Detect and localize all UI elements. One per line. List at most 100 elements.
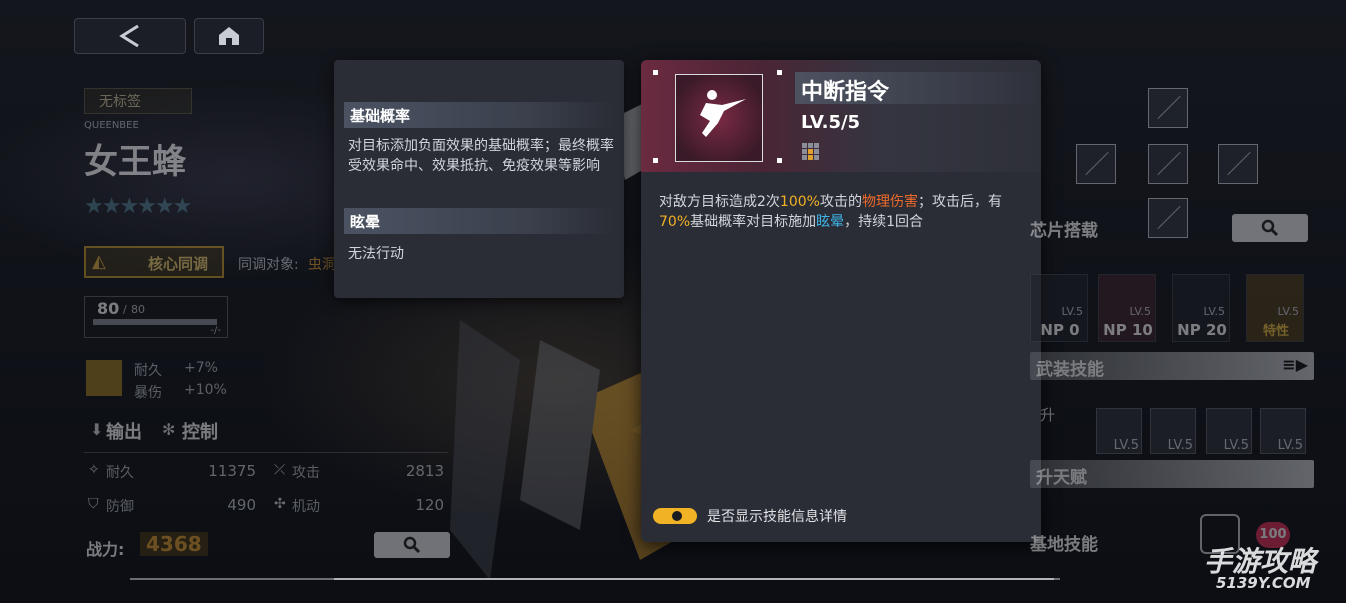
level-current: 80 — [97, 299, 120, 318]
character-code-name: QUEENBEE — [84, 120, 139, 131]
exp-bar — [93, 319, 217, 325]
skill-card-level: LV.5 — [1203, 305, 1225, 318]
skill-icon-frame — [675, 74, 763, 162]
stat-hp-icon: ✧ — [88, 462, 100, 478]
skill-card-np: NP 0 — [1040, 321, 1080, 339]
chip-zoom-button[interactable] — [1232, 214, 1308, 242]
zoom-icon — [403, 536, 421, 554]
frame-corner — [777, 70, 782, 75]
stat-atk-value: 2813 — [405, 462, 444, 480]
bonus1-label: 耐久 — [134, 363, 162, 379]
character-stars: ★★★★★★ — [84, 194, 192, 219]
ascend-title: 升天赋 — [1036, 468, 1087, 488]
sync-target-label: 同调对象: — [238, 257, 299, 273]
stat-def-value: 490 — [227, 496, 256, 514]
stats-divider — [84, 452, 448, 453]
chip-slot[interactable] — [1218, 144, 1258, 184]
zoom-icon — [1261, 219, 1279, 237]
power-value: 4368 — [140, 532, 208, 556]
desc-highlight: 眩晕 — [816, 214, 845, 230]
desc-highlight: 100% — [779, 194, 820, 210]
chip-slot[interactable] — [1148, 88, 1188, 128]
talent-card[interactable]: LV.5 — [1150, 408, 1196, 454]
desc-highlight: 70% — [659, 214, 691, 230]
stat-def-icon: ⛉ — [88, 496, 99, 512]
stat-atk-icon: ⤫ — [274, 462, 286, 478]
role-output: 输出 — [106, 422, 142, 443]
desc-part: 对敌方目标造成2次 — [659, 194, 780, 210]
tooltip-section2-text: 无法行动 — [348, 246, 404, 262]
skill-grid-icon — [802, 143, 819, 160]
desc-part: ，持续1回合 — [844, 214, 924, 230]
toggle-knob — [672, 511, 682, 521]
skill-level: LV.5/5 — [801, 112, 861, 133]
role-control-icon: ✻ — [162, 420, 176, 439]
frame-corner — [653, 158, 658, 163]
exp-text: -/- — [210, 325, 221, 336]
ascend-label: 升 — [1040, 406, 1056, 424]
desc-part: ；攻击后，有 — [917, 194, 1002, 210]
sync-label: 核心同调 — [148, 255, 209, 273]
character-zoom-button[interactable] — [374, 532, 450, 558]
bonus2-value: +10% — [184, 382, 227, 398]
list-icon: ≡▶ — [1282, 355, 1308, 374]
watermark-site: 5139Y.COM — [1216, 574, 1311, 592]
tooltip-section1-text: 对目标添加负面效果的基础概率；最终概率受效果命中、效果抵抗、免疫效果等影响 — [348, 138, 614, 174]
stat-mob-icon: ✣ — [274, 496, 286, 512]
bonus-icon — [86, 360, 122, 396]
skill-card-level: LV.5 — [1061, 305, 1083, 318]
level-max: 80 — [131, 303, 145, 316]
stat-mob-value: 120 — [415, 496, 444, 514]
equip-skill-card[interactable]: LV.5 NP 0 — [1030, 274, 1088, 342]
keyword-tooltip: 基础概率 对目标添加负面效果的基础概率；最终概率受效果命中、效果抵抗、免疫效果等… — [334, 60, 624, 298]
stat-hp-value: 11375 — [208, 462, 256, 480]
talent-card[interactable]: LV.5 — [1096, 408, 1142, 454]
talent-level: LV.5 — [1167, 438, 1193, 453]
level-separator: / — [123, 303, 127, 316]
desc-part: 基础概率对目标施加 — [690, 214, 817, 230]
skill-card-np: NP 20 — [1177, 321, 1227, 339]
role-control: 控制 — [182, 422, 218, 443]
talent-level: LV.5 — [1277, 438, 1303, 453]
right-panel: 芯片搭载 LV.5 NP 0 LV.5 NP 10 LV.5 NP 20 LV.… — [1030, 60, 1330, 600]
chip-title: 芯片搭载 — [1030, 221, 1098, 241]
talent-card[interactable]: LV.5 — [1206, 408, 1252, 454]
skill-detail-panel: 中断指令 LV.5/5 对敌方目标造成2次100%攻击的物理伤害；攻击后，有 70… — [641, 60, 1041, 542]
talent-level: LV.5 — [1223, 438, 1249, 453]
character-tag: 无标签 — [84, 88, 192, 114]
scroll-thumb[interactable] — [334, 578, 1054, 580]
frame-corner — [777, 158, 782, 163]
equip-skill-card[interactable]: LV.5 特性 — [1246, 274, 1304, 342]
talent-level: LV.5 — [1113, 438, 1139, 453]
stat-atk-label: 攻击 — [292, 465, 320, 481]
power-label: 战力: — [86, 540, 125, 559]
desc-part: 攻击的 — [819, 194, 862, 210]
skill-card-np: 特性 — [1262, 324, 1289, 339]
talent-card[interactable]: LV.5 — [1260, 408, 1306, 454]
character-name: 女王蜂 — [84, 142, 186, 182]
sync-target-value: 虫洞 — [308, 257, 336, 273]
skill-card-level: LV.5 — [1277, 305, 1299, 318]
equip-title: 武装技能 — [1036, 360, 1104, 380]
desc-highlight: 物理伤害 — [861, 194, 918, 210]
stat-mob-label: 机动 — [292, 499, 320, 515]
bonus2-label: 暴伤 — [134, 385, 162, 401]
role-output-icon: ⬇ — [90, 420, 104, 439]
skill-dash-icon — [700, 90, 746, 137]
stat-def-label: 防御 — [106, 499, 134, 515]
chip-slot[interactable] — [1148, 198, 1188, 238]
tooltip-section2-title: 眩晕 — [344, 208, 614, 234]
chip-slot[interactable] — [1076, 144, 1116, 184]
skill-name: 中断指令 — [801, 80, 890, 105]
sync-button[interactable]: ◭ 核心同调 — [84, 246, 224, 278]
detail-toggle-label: 是否显示技能信息详情 — [707, 509, 847, 525]
equip-skill-card[interactable]: LV.5 NP 20 — [1172, 274, 1230, 342]
level-box: 80 / 80 -/- — [84, 296, 228, 338]
chip-slot[interactable] — [1148, 144, 1188, 184]
equip-skill-card[interactable]: LV.5 NP 10 — [1098, 274, 1156, 342]
ascend-bar[interactable]: 升天赋 — [1030, 460, 1314, 488]
skill-card-np: NP 10 — [1103, 321, 1153, 339]
equip-skill-bar[interactable]: 武装技能 ≡▶ — [1030, 352, 1314, 380]
stat-hp-label: 耐久 — [106, 465, 134, 481]
bonus1-value: +7% — [184, 360, 218, 376]
